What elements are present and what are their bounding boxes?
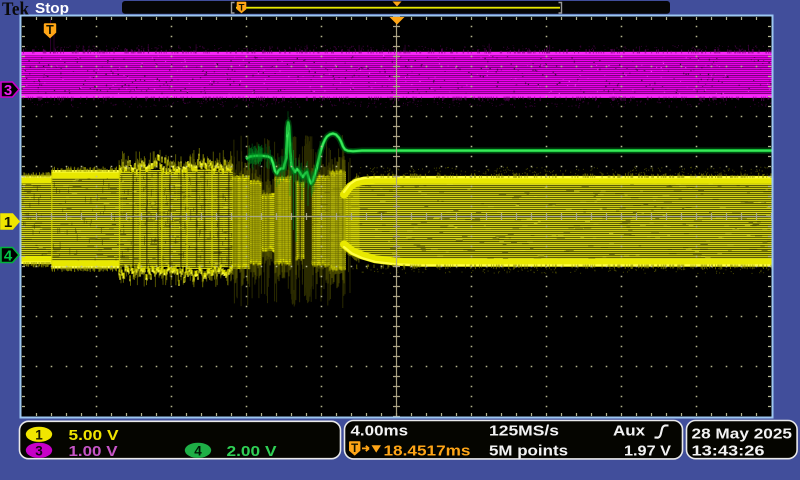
svg-text:3: 3 [4, 82, 12, 99]
svg-text:4.00ms: 4.00ms [351, 423, 409, 440]
svg-text:2.00 V: 2.00 V [227, 443, 277, 460]
svg-text:T: T [46, 23, 54, 37]
svg-text:4: 4 [4, 247, 13, 264]
svg-text:125MS/s: 125MS/s [489, 423, 559, 440]
svg-text:Aux: Aux [613, 423, 646, 440]
svg-text:1.00 V: 1.00 V [69, 443, 118, 460]
svg-text:1.97 V: 1.97 V [624, 443, 671, 460]
svg-text:1: 1 [35, 427, 43, 442]
svg-text:5.00 V: 5.00 V [69, 427, 119, 444]
svg-text:3: 3 [35, 443, 43, 458]
svg-text:28 May 2025: 28 May 2025 [692, 426, 793, 443]
svg-text:13:43:26: 13:43:26 [692, 442, 765, 459]
svg-text:T: T [351, 443, 358, 455]
svg-text:18.4517ms: 18.4517ms [384, 443, 471, 460]
svg-text:5M points: 5M points [489, 443, 568, 460]
svg-text:1: 1 [4, 214, 12, 231]
svg-text:T: T [239, 2, 245, 13]
svg-text:4: 4 [194, 443, 202, 458]
